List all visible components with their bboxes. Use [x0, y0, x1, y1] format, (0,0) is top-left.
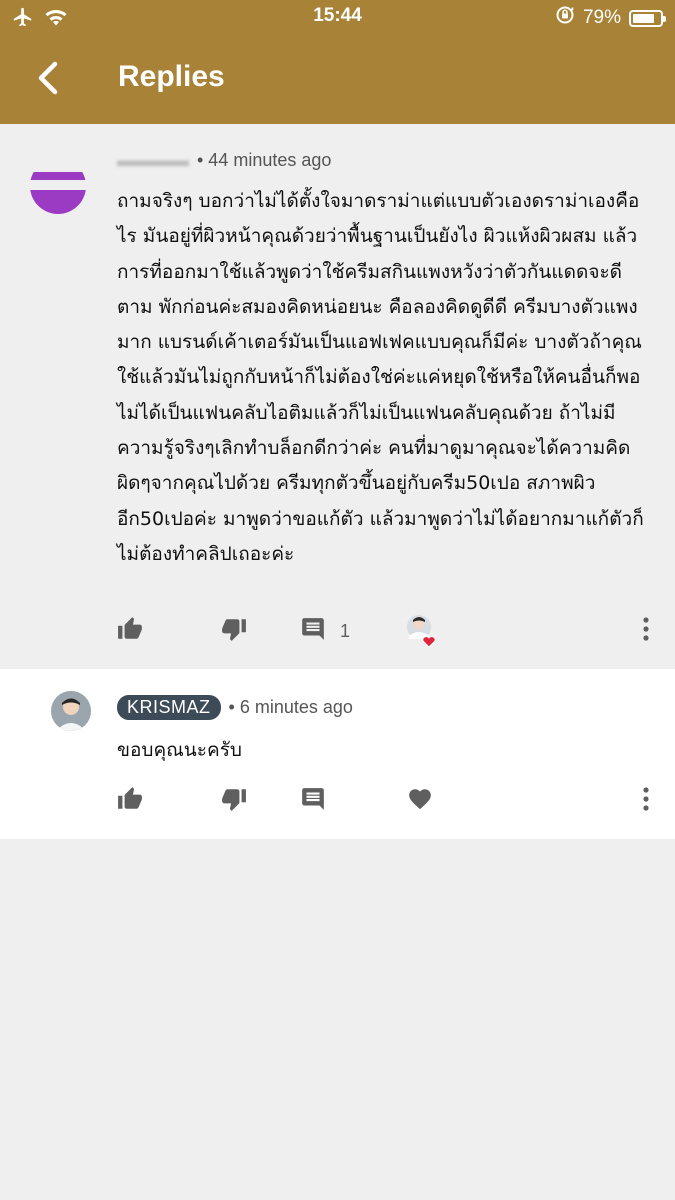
status-bar: 15:44 79% — [0, 0, 675, 36]
thumbs-up-icon — [117, 616, 143, 646]
more-vert-icon — [636, 786, 656, 816]
avatar-image — [22, 152, 94, 214]
back-arrow-icon — [37, 61, 59, 99]
battery-fill — [633, 13, 654, 23]
thumbs-down-icon — [221, 786, 247, 816]
page-title: Replies — [118, 60, 225, 93]
comment-time: • 44 minutes ago — [197, 150, 332, 170]
like-button[interactable] — [117, 781, 143, 821]
parent-comment: ▬▬▬▬ • 44 minutes ago ถามจริงๆ บอกว่าไม่… — [0, 124, 675, 669]
comment-icon — [300, 786, 326, 816]
more-options-button[interactable] — [636, 781, 656, 821]
reply-meta: KRISMAZ • 6 minutes ago — [117, 695, 353, 720]
thumbs-down-icon — [221, 616, 247, 646]
reply-count: 1 — [340, 620, 351, 641]
more-options-button[interactable] — [636, 611, 656, 651]
thumbs-up-icon — [117, 786, 143, 816]
reply-actions — [0, 781, 675, 821]
reply-button[interactable] — [300, 781, 326, 821]
orientation-lock-icon — [555, 5, 575, 31]
creator-heart — [405, 611, 439, 651]
dislike-button[interactable] — [221, 611, 247, 651]
more-vert-icon — [636, 616, 656, 646]
back-button[interactable] — [28, 58, 68, 102]
reply-comment: KRISMAZ • 6 minutes ago ขอบคุณนะครับ — [0, 669, 675, 839]
avatar-image — [51, 691, 91, 731]
username-redacted: ▬▬▬▬ — [117, 150, 189, 170]
reply-text: ขอบคุณนะครับ — [117, 739, 242, 761]
comment-meta: ▬▬▬▬ • 44 minutes ago — [117, 150, 331, 171]
reply-time: • 6 minutes ago — [228, 697, 353, 717]
avatar[interactable] — [22, 146, 94, 218]
avatar[interactable] — [51, 691, 91, 731]
battery-icon — [629, 9, 666, 27]
dislike-button[interactable] — [221, 781, 247, 821]
username-chip[interactable]: KRISMAZ — [117, 695, 221, 720]
comment-text: ถามจริงๆ บอกว่าไม่ได้ตั้งใจมาดราม่าแต่แบ… — [117, 190, 644, 565]
battery-percent: 79% — [582, 7, 621, 28]
heart-button[interactable] — [407, 781, 433, 821]
like-button[interactable] — [117, 611, 143, 651]
comment-icon — [300, 616, 326, 646]
comment-actions: 1 — [0, 611, 675, 651]
creator-heart-icon — [407, 615, 436, 648]
app-bar: Replies — [0, 36, 675, 124]
status-right: 79% — [555, 5, 666, 31]
heart-icon — [407, 786, 433, 816]
reply-button[interactable]: 1 — [300, 611, 350, 651]
